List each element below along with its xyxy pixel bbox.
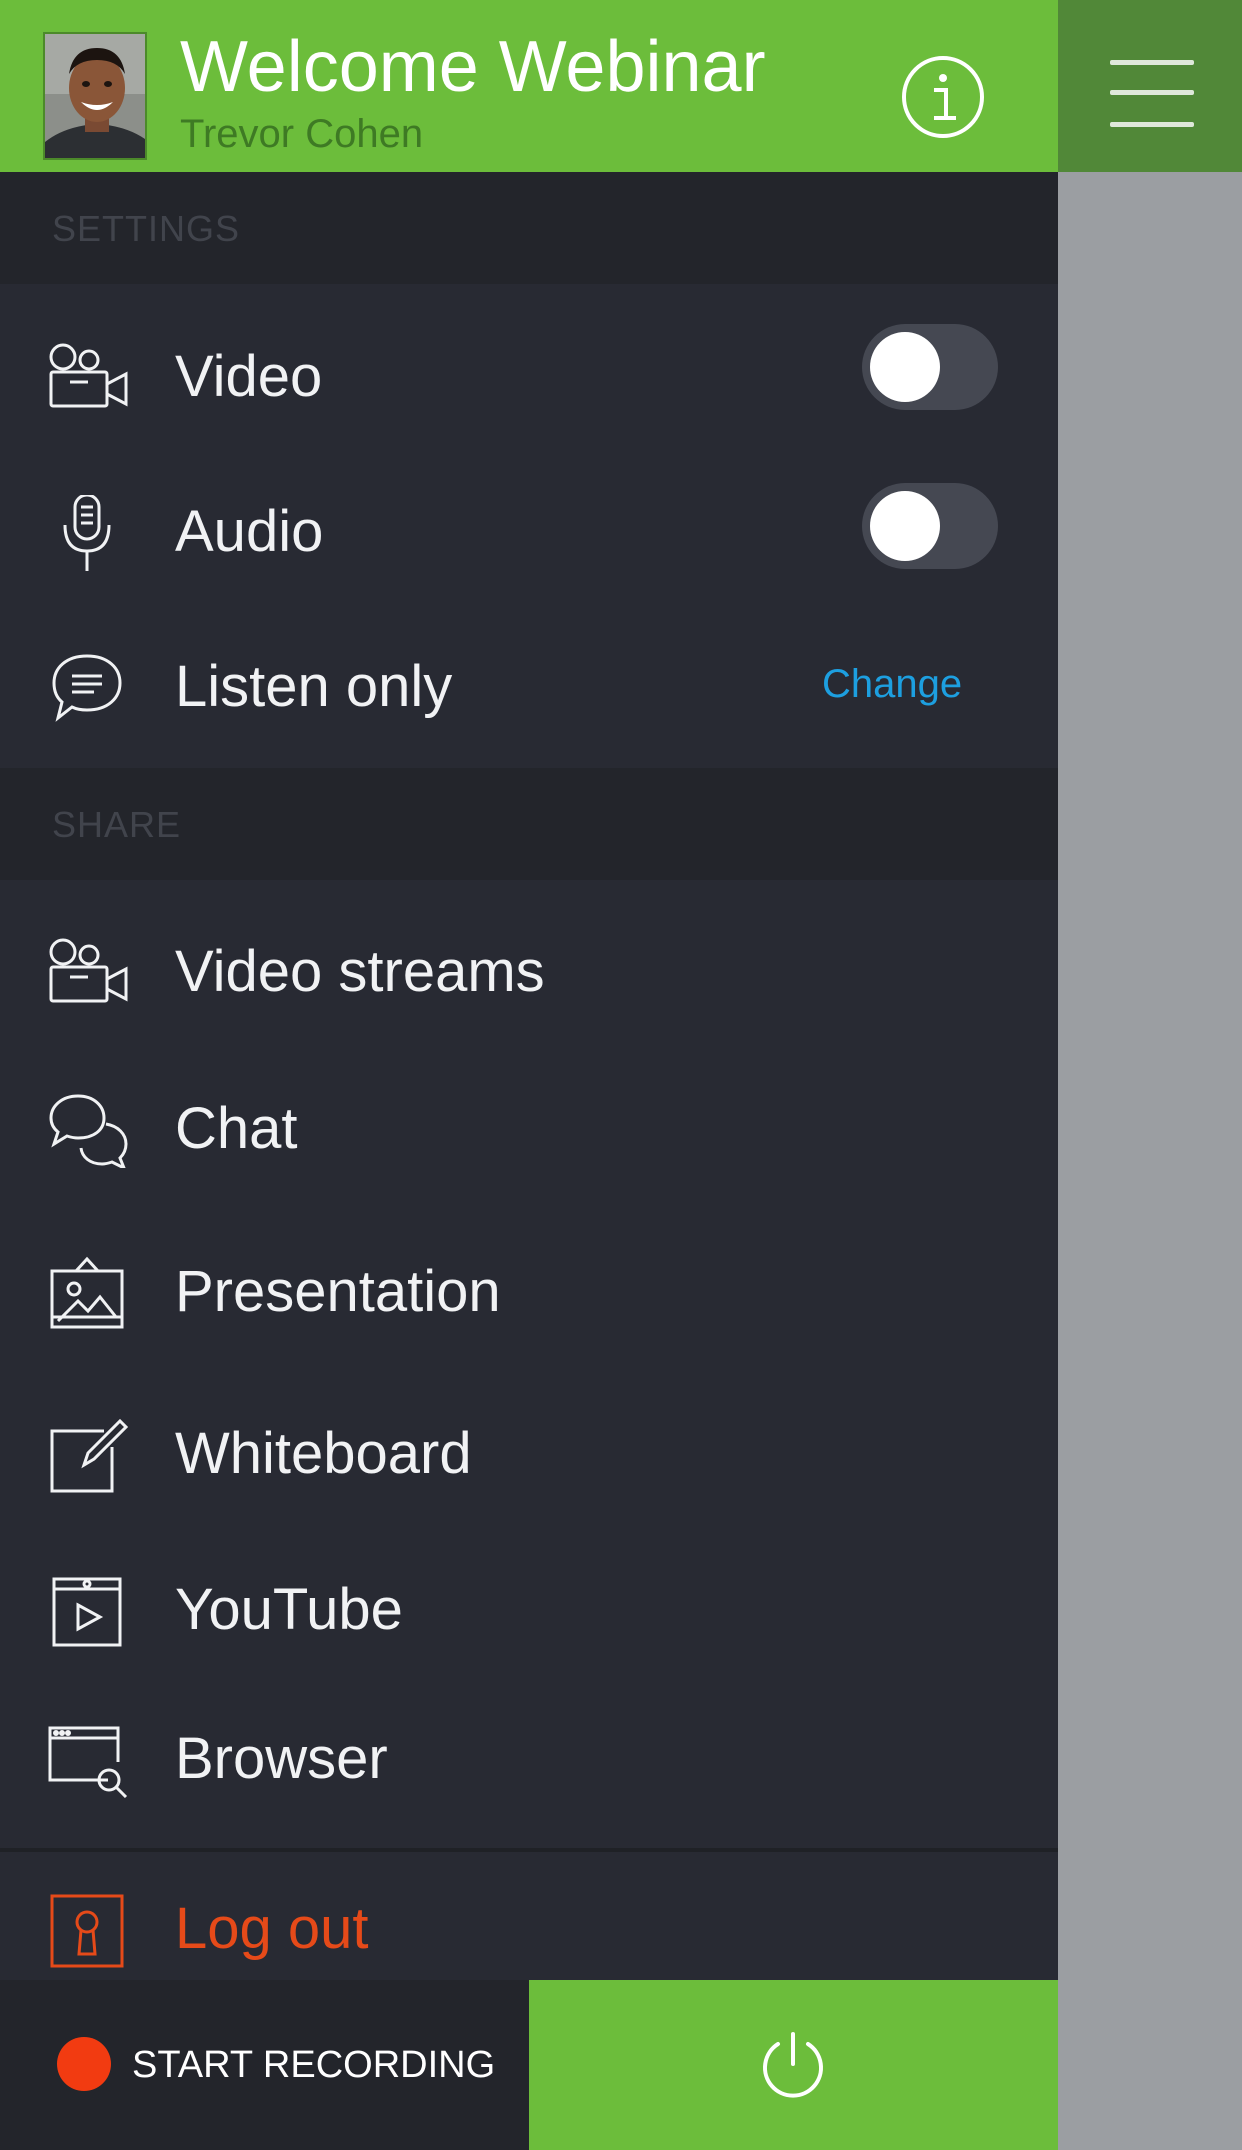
dimmed-content-overlay[interactable]	[1058, 0, 1242, 2150]
share-item-label: Whiteboard	[175, 1421, 472, 1486]
settings-item-label: Audio	[175, 499, 324, 564]
share-item-label: Chat	[175, 1096, 298, 1161]
presenter-name: Trevor Cohen	[180, 112, 424, 156]
video-camera-icon	[49, 938, 128, 1003]
info-icon	[902, 56, 984, 138]
settings-item-audio[interactable]: Audio	[0, 455, 1058, 605]
share-item-label: Presentation	[175, 1259, 501, 1324]
settings-section-header: SETTINGS	[0, 172, 1058, 284]
presentation-image-icon	[50, 1256, 124, 1329]
navigation-drawer: Welcome Webinar Trevor Cohen SETTINGS Vi…	[0, 0, 1058, 2150]
share-item-label: YouTube	[175, 1577, 403, 1642]
info-button[interactable]	[900, 54, 986, 140]
logout-keyhole-icon	[50, 1894, 124, 1968]
whiteboard-pen-icon	[50, 1418, 129, 1493]
video-toggle[interactable]	[862, 324, 998, 410]
share-item-label: Video streams	[175, 939, 545, 1004]
share-item-video-streams[interactable]: Video streams	[0, 895, 1058, 1045]
settings-item-label: Listen only	[175, 654, 453, 719]
settings-item-label: Video	[175, 344, 323, 409]
audio-toggle[interactable]	[862, 483, 998, 569]
share-section-header: SHARE	[0, 768, 1058, 880]
share-item-chat[interactable]: Chat	[0, 1052, 1058, 1202]
share-item-presentation[interactable]: Presentation	[0, 1215, 1058, 1365]
start-recording-button[interactable]: START RECORDING	[0, 1980, 529, 2150]
change-audio-mode-link[interactable]: Change	[822, 660, 962, 708]
hamburger-menu-button[interactable]	[1058, 0, 1242, 172]
toggle-knob	[870, 332, 940, 402]
share-item-youtube[interactable]: YouTube	[0, 1533, 1058, 1683]
youtube-play-icon	[52, 1577, 122, 1647]
browser-search-icon	[48, 1726, 128, 1798]
share-item-browser[interactable]: Browser	[0, 1682, 1058, 1832]
drawer-header: Welcome Webinar Trevor Cohen	[0, 0, 1058, 172]
microphone-icon	[63, 495, 111, 571]
settings-item-video[interactable]: Video	[0, 300, 1058, 450]
page-title: Welcome Webinar	[180, 27, 766, 107]
avatar	[43, 32, 147, 160]
record-label: START RECORDING	[132, 2044, 496, 2086]
toggle-knob	[870, 491, 940, 561]
record-dot-icon	[57, 2037, 111, 2091]
speech-bubble-icon	[52, 654, 122, 722]
section-label: SHARE	[52, 804, 182, 845]
power-button[interactable]	[529, 1980, 1058, 2150]
share-item-whiteboard[interactable]: Whiteboard	[0, 1377, 1058, 1527]
video-camera-icon	[49, 343, 128, 408]
share-item-label: Browser	[175, 1726, 388, 1791]
section-label: SETTINGS	[52, 208, 241, 249]
logout-label: Log out	[175, 1896, 369, 1961]
chat-bubbles-icon	[49, 1094, 128, 1168]
power-icon	[763, 2032, 823, 2098]
